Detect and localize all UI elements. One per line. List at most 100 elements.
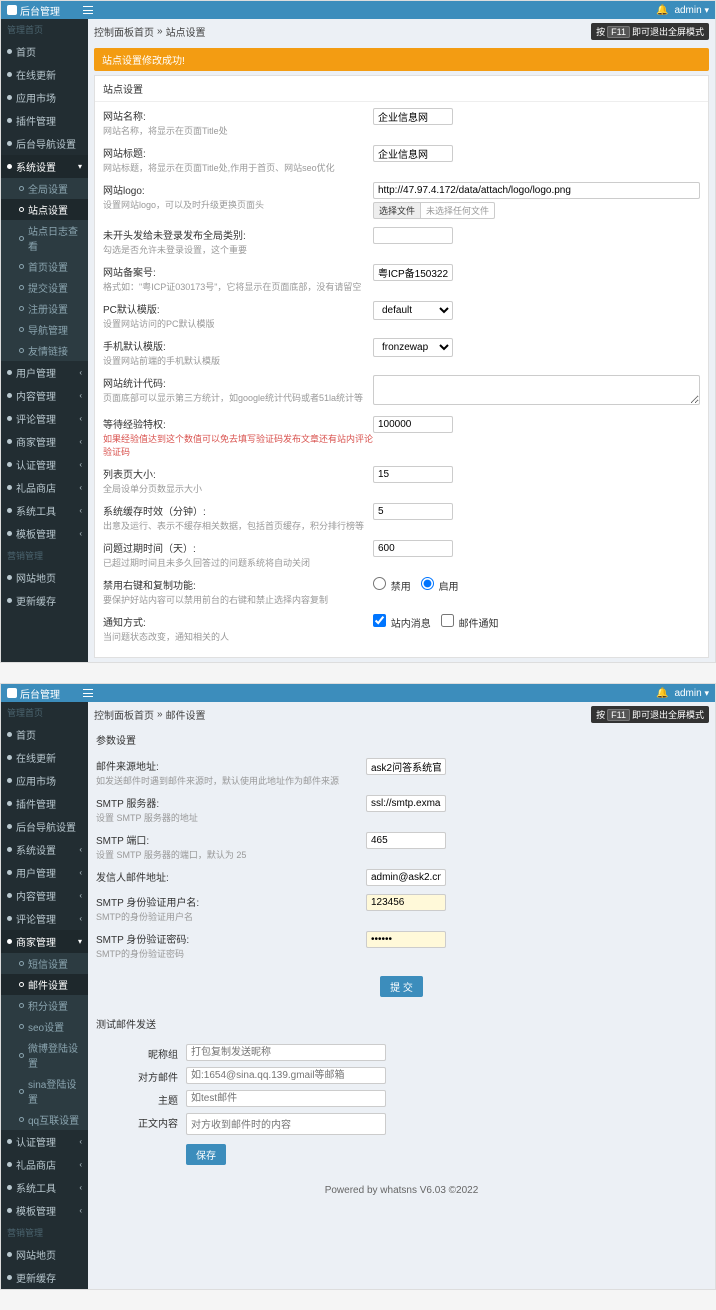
sidebar-item[interactable]: 更新缓存 (1, 589, 88, 612)
sidebar-subitem[interactable]: 提交设置 (1, 277, 88, 298)
breadcrumb: 控制面板首页 » 邮件设置 按F11即可退出全屏模式 (88, 702, 715, 727)
expire-days-input[interactable] (373, 540, 453, 557)
chevron-down-icon: ▾ (78, 937, 82, 946)
sidebar-subitem[interactable]: 积分设置 (1, 995, 88, 1016)
sidebar-section-head: 管理首页 (1, 702, 88, 723)
topbar: 后台管理 🔔 admin ▾ (1, 684, 715, 702)
sidebar-item-system[interactable]: 系统设置▾ (1, 155, 88, 178)
sidebar-item[interactable]: 礼品商店‹ (1, 1153, 88, 1176)
site-title-input[interactable] (373, 145, 453, 162)
fullscreen-tip: 按F11即可退出全屏模式 (591, 23, 709, 40)
sidebar-item[interactable]: 在线更新 (1, 746, 88, 769)
sidebar-item[interactable]: 认证管理‹ (1, 453, 88, 476)
sidebar-item[interactable]: 插件管理 (1, 792, 88, 815)
disable-radio[interactable]: 禁用 (373, 577, 411, 593)
sidebar-item[interactable]: 首页 (1, 723, 88, 746)
notify-site-checkbox[interactable]: 站内消息 (373, 614, 431, 630)
sidebar-item[interactable]: 在线更新 (1, 63, 88, 86)
test-body-textarea[interactable] (186, 1113, 386, 1135)
user-menu[interactable]: admin ▾ (674, 688, 709, 699)
sidebar-item[interactable]: 插件管理 (1, 109, 88, 132)
sidebar-item[interactable]: 应用市场 (1, 86, 88, 109)
test-nickname-input[interactable] (186, 1044, 386, 1061)
menu-toggle[interactable] (80, 1, 96, 19)
smtp-pass-input[interactable] (366, 931, 446, 948)
sidebar-item[interactable]: 模板管理‹ (1, 522, 88, 545)
sidebar-subitem[interactable]: 友情链接 (1, 340, 88, 361)
sidebar-item[interactable]: 后台导航设置 (1, 815, 88, 838)
sidebar-subitem[interactable]: 微博登陆设置 (1, 1037, 88, 1073)
sidebar-item[interactable]: 系统工具‹ (1, 1176, 88, 1199)
pc-template-select[interactable]: default (373, 301, 453, 320)
sidebar-item[interactable]: 更新缓存 (1, 1266, 88, 1289)
cache-time-input[interactable] (373, 503, 453, 520)
sidebar-item[interactable]: 内容管理‹ (1, 384, 88, 407)
wait-time-input[interactable] (373, 416, 453, 433)
sidebar-subitem[interactable]: 站点设置 (1, 199, 88, 220)
send-addr-input[interactable] (366, 869, 446, 886)
sidebar-subitem[interactable]: 站点日志查看 (1, 220, 88, 256)
sidebar-item[interactable]: 模板管理‹ (1, 1199, 88, 1222)
mail-from-input[interactable] (366, 758, 446, 775)
record-input[interactable] (373, 264, 453, 281)
user-menu[interactable]: admin ▾ (674, 5, 709, 16)
sidebar-item[interactable]: 用户管理‹ (1, 861, 88, 884)
sidebar-subitem[interactable]: 导航管理 (1, 319, 88, 340)
chevron-down-icon: ▾ (704, 5, 709, 15)
sidebar-section-head: 营销管理 (1, 545, 88, 566)
sidebar: 管理首页 首页在线更新应用市场插件管理后台导航设置系统设置‹用户管理‹内容管理‹… (1, 702, 88, 1289)
footer: Powered by whatsns V6.03 ©2022 (88, 1179, 715, 1202)
choose-file-button[interactable]: 选择文件 (373, 202, 421, 219)
sidebar-subitem[interactable]: 邮件设置 (1, 974, 88, 995)
topbar: 后台管理 🔔 admin ▾ (1, 1, 715, 19)
file-status: 未选择任何文件 (421, 202, 495, 219)
sidebar-section-head: 营销管理 (1, 1222, 88, 1243)
sidebar-subitem[interactable]: seo设置 (1, 1016, 88, 1037)
mobile-template-select[interactable]: fronzewap (373, 338, 453, 357)
site-name-input[interactable] (373, 108, 453, 125)
sidebar-item[interactable]: 评论管理‹ (1, 407, 88, 430)
sidebar-item[interactable]: 内容管理‹ (1, 884, 88, 907)
fullscreen-tip: 按F11即可退出全屏模式 (591, 706, 709, 723)
test-to-input[interactable] (186, 1067, 386, 1084)
sidebar-item[interactable]: 认证管理‹ (1, 1130, 88, 1153)
brand: 后台管理 (7, 686, 60, 701)
sidebar-subitem[interactable]: sina登陆设置 (1, 1073, 88, 1109)
sidebar-item[interactable]: 系统设置‹ (1, 838, 88, 861)
smtp-user-input[interactable] (366, 894, 446, 911)
avatar-input[interactable] (373, 227, 453, 244)
sidebar-item[interactable]: 首页 (1, 40, 88, 63)
crumb-home[interactable]: 控制面板首页 (94, 707, 154, 722)
sidebar-subitem[interactable]: 短信设置 (1, 953, 88, 974)
sidebar-subitem[interactable]: 首页设置 (1, 256, 88, 277)
sidebar-item[interactable]: 系统工具‹ (1, 499, 88, 522)
logo-icon (7, 5, 17, 15)
sidebar-item[interactable]: 商家管理‹ (1, 430, 88, 453)
save-button[interactable]: 保存 (186, 1144, 226, 1165)
bell-icon[interactable]: 🔔 (656, 5, 668, 16)
site-logo-input[interactable] (373, 182, 700, 199)
list-size-input[interactable] (373, 466, 453, 483)
bell-icon[interactable]: 🔔 (656, 688, 668, 699)
sidebar-item[interactable]: 礼品商店‹ (1, 476, 88, 499)
sidebar-item[interactable]: 后台导航设置 (1, 132, 88, 155)
sidebar-item[interactable]: 用户管理‹ (1, 361, 88, 384)
success-alert: 站点设置修改成功! (94, 48, 709, 71)
crumb-home[interactable]: 控制面板首页 (94, 24, 154, 39)
menu-toggle[interactable] (80, 684, 96, 702)
sidebar-item[interactable]: 评论管理‹ (1, 907, 88, 930)
smtp-port-input[interactable] (366, 832, 446, 849)
smtp-server-input[interactable] (366, 795, 446, 812)
sidebar-subitem[interactable]: 全局设置 (1, 178, 88, 199)
sidebar-item[interactable]: 应用市场 (1, 769, 88, 792)
sidebar-subitem[interactable]: qq互联设置 (1, 1109, 88, 1130)
sidebar-subitem[interactable]: 注册设置 (1, 298, 88, 319)
test-subject-input[interactable] (186, 1090, 386, 1107)
sidebar-item[interactable]: 网站地页 (1, 566, 88, 589)
submit-button[interactable]: 提 交 (380, 976, 423, 997)
enable-radio[interactable]: 启用 (421, 577, 459, 593)
notify-mail-checkbox[interactable]: 邮件通知 (441, 614, 499, 630)
sidebar-item[interactable]: 网站地页 (1, 1243, 88, 1266)
stat-code-textarea[interactable] (373, 375, 700, 405)
sidebar-item-merchant[interactable]: 商家管理▾ (1, 930, 88, 953)
